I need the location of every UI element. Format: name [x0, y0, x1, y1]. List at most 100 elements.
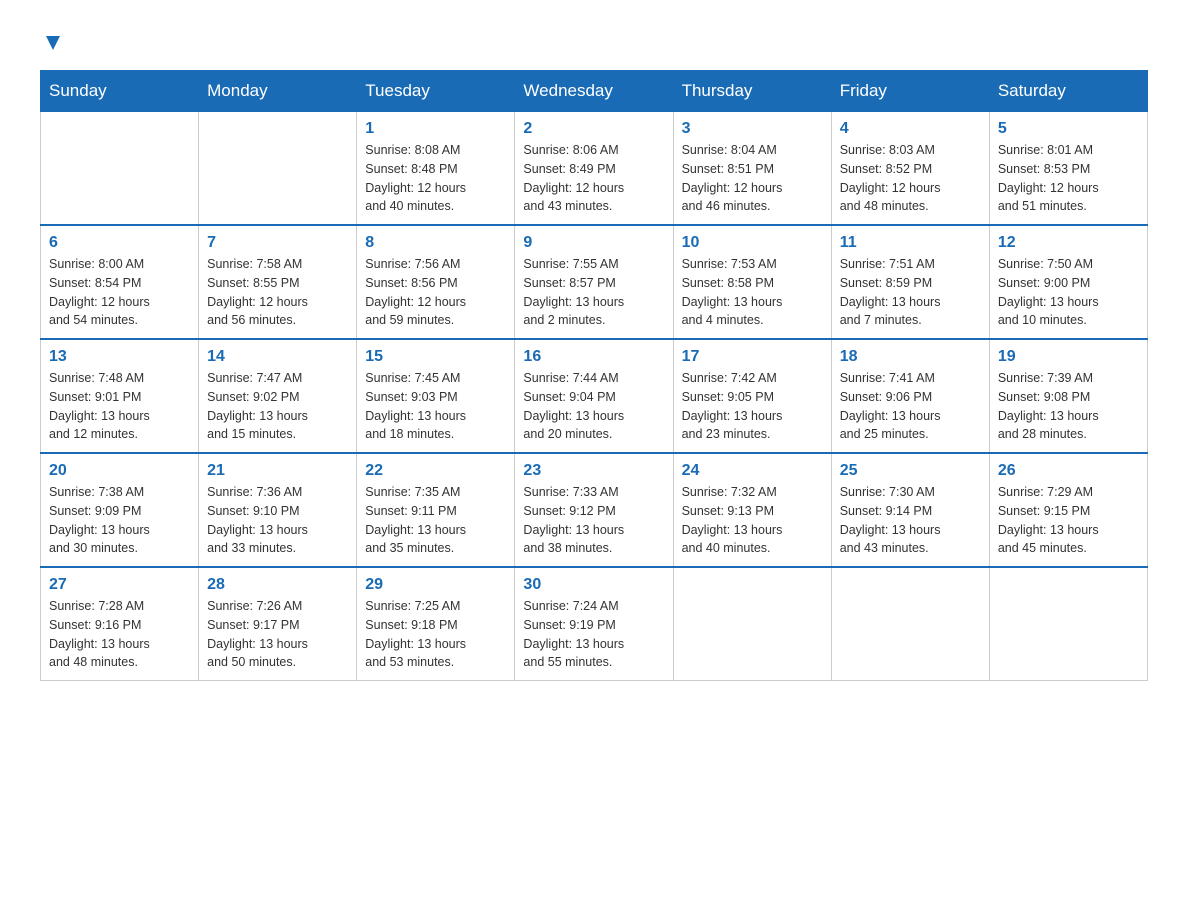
calendar-cell: 7 Sunrise: 7:58 AM Sunset: 8:55 PM Daylig…	[199, 225, 357, 339]
calendar-cell: 1 Sunrise: 8:08 AM Sunset: 8:48 PM Daylig…	[357, 112, 515, 226]
calendar-cell: 9 Sunrise: 7:55 AM Sunset: 8:57 PM Daylig…	[515, 225, 673, 339]
day-info: Sunrise: 7:36 AM Sunset: 9:10 PM Dayligh…	[207, 483, 348, 558]
day-number: 9	[523, 234, 664, 252]
calendar-table: SundayMondayTuesdayWednesdayThursdayFrid…	[40, 70, 1148, 681]
weekday-header-wednesday: Wednesday	[515, 71, 673, 112]
calendar-cell: 2 Sunrise: 8:06 AM Sunset: 8:49 PM Daylig…	[515, 112, 673, 226]
day-number: 8	[365, 234, 506, 252]
day-info: Sunrise: 7:56 AM Sunset: 8:56 PM Dayligh…	[365, 255, 506, 330]
day-info: Sunrise: 7:39 AM Sunset: 9:08 PM Dayligh…	[998, 369, 1139, 444]
calendar-cell	[989, 567, 1147, 681]
calendar-cell: 17 Sunrise: 7:42 AM Sunset: 9:05 PM Dayli…	[673, 339, 831, 453]
day-info: Sunrise: 7:33 AM Sunset: 9:12 PM Dayligh…	[523, 483, 664, 558]
day-info: Sunrise: 7:58 AM Sunset: 8:55 PM Dayligh…	[207, 255, 348, 330]
calendar-cell: 6 Sunrise: 8:00 AM Sunset: 8:54 PM Daylig…	[41, 225, 199, 339]
calendar-cell: 5 Sunrise: 8:01 AM Sunset: 8:53 PM Daylig…	[989, 112, 1147, 226]
day-number: 13	[49, 348, 190, 366]
calendar-cell: 16Sunrise: 7:44 AM Sunset: 9:04 PM Dayli…	[515, 339, 673, 453]
day-info: Sunrise: 7:32 AM Sunset: 9:13 PM Dayligh…	[682, 483, 823, 558]
day-number: 29	[365, 576, 506, 594]
calendar-week-1: 1 Sunrise: 8:08 AM Sunset: 8:48 PM Daylig…	[41, 112, 1148, 226]
day-info: Sunrise: 8:01 AM Sunset: 8:53 PM Dayligh…	[998, 141, 1139, 216]
day-number: 22	[365, 462, 506, 480]
day-number: 30	[523, 576, 664, 594]
calendar-cell: 4 Sunrise: 8:03 AM Sunset: 8:52 PM Daylig…	[831, 112, 989, 226]
calendar-cell: 10Sunrise: 7:53 AM Sunset: 8:58 PM Dayli…	[673, 225, 831, 339]
logo	[40, 30, 64, 50]
day-info: Sunrise: 7:30 AM Sunset: 9:14 PM Dayligh…	[840, 483, 981, 558]
day-info: Sunrise: 7:55 AM Sunset: 8:57 PM Dayligh…	[523, 255, 664, 330]
day-info: Sunrise: 7:35 AM Sunset: 9:11 PM Dayligh…	[365, 483, 506, 558]
calendar-cell: 26 Sunrise: 7:29 AM Sunset: 9:15 PM Dayli…	[989, 453, 1147, 567]
day-info: Sunrise: 8:03 AM Sunset: 8:52 PM Dayligh…	[840, 141, 981, 216]
day-number: 20	[49, 462, 190, 480]
day-number: 21	[207, 462, 348, 480]
calendar-header-row: SundayMondayTuesdayWednesdayThursdayFrid…	[41, 71, 1148, 112]
day-number: 14	[207, 348, 348, 366]
day-number: 19	[998, 348, 1139, 366]
day-info: Sunrise: 8:06 AM Sunset: 8:49 PM Dayligh…	[523, 141, 664, 216]
day-number: 27	[49, 576, 190, 594]
calendar-cell: 19 Sunrise: 7:39 AM Sunset: 9:08 PM Dayli…	[989, 339, 1147, 453]
day-info: Sunrise: 7:41 AM Sunset: 9:06 PM Dayligh…	[840, 369, 981, 444]
calendar-cell: 14 Sunrise: 7:47 AM Sunset: 9:02 PM Dayli…	[199, 339, 357, 453]
calendar-cell: 15 Sunrise: 7:45 AM Sunset: 9:03 PM Dayli…	[357, 339, 515, 453]
weekday-header-thursday: Thursday	[673, 71, 831, 112]
calendar-cell: 21 Sunrise: 7:36 AM Sunset: 9:10 PM Dayli…	[199, 453, 357, 567]
calendar-cell: 29 Sunrise: 7:25 AM Sunset: 9:18 PM Dayli…	[357, 567, 515, 681]
day-info: Sunrise: 7:48 AM Sunset: 9:01 PM Dayligh…	[49, 369, 190, 444]
calendar-cell: 20 Sunrise: 7:38 AM Sunset: 9:09 PM Dayli…	[41, 453, 199, 567]
calendar-cell: 11 Sunrise: 7:51 AM Sunset: 8:59 PM Dayli…	[831, 225, 989, 339]
day-number: 1	[365, 120, 506, 138]
day-info: Sunrise: 8:08 AM Sunset: 8:48 PM Dayligh…	[365, 141, 506, 216]
calendar-week-3: 13 Sunrise: 7:48 AM Sunset: 9:01 PM Dayli…	[41, 339, 1148, 453]
day-info: Sunrise: 7:25 AM Sunset: 9:18 PM Dayligh…	[365, 597, 506, 672]
calendar-cell: 18 Sunrise: 7:41 AM Sunset: 9:06 PM Dayli…	[831, 339, 989, 453]
weekday-header-saturday: Saturday	[989, 71, 1147, 112]
day-info: Sunrise: 7:29 AM Sunset: 9:15 PM Dayligh…	[998, 483, 1139, 558]
calendar-cell: 27 Sunrise: 7:28 AM Sunset: 9:16 PM Dayli…	[41, 567, 199, 681]
day-info: Sunrise: 8:00 AM Sunset: 8:54 PM Dayligh…	[49, 255, 190, 330]
calendar-cell: 13 Sunrise: 7:48 AM Sunset: 9:01 PM Dayli…	[41, 339, 199, 453]
day-info: Sunrise: 7:51 AM Sunset: 8:59 PM Dayligh…	[840, 255, 981, 330]
calendar-cell: 25 Sunrise: 7:30 AM Sunset: 9:14 PM Dayli…	[831, 453, 989, 567]
day-info: Sunrise: 7:44 AM Sunset: 9:04 PM Dayligh…	[523, 369, 664, 444]
calendar-week-2: 6 Sunrise: 8:00 AM Sunset: 8:54 PM Daylig…	[41, 225, 1148, 339]
day-number: 24	[682, 462, 823, 480]
calendar-cell: 12 Sunrise: 7:50 AM Sunset: 9:00 PM Dayli…	[989, 225, 1147, 339]
day-number: 26	[998, 462, 1139, 480]
calendar-week-5: 27 Sunrise: 7:28 AM Sunset: 9:16 PM Dayli…	[41, 567, 1148, 681]
day-number: 18	[840, 348, 981, 366]
weekday-header-friday: Friday	[831, 71, 989, 112]
day-number: 2	[523, 120, 664, 138]
day-number: 7	[207, 234, 348, 252]
logo-arrow-icon	[42, 32, 64, 54]
weekday-header-tuesday: Tuesday	[357, 71, 515, 112]
calendar-cell: 23 Sunrise: 7:33 AM Sunset: 9:12 PM Dayli…	[515, 453, 673, 567]
day-number: 4	[840, 120, 981, 138]
day-info: Sunrise: 7:28 AM Sunset: 9:16 PM Dayligh…	[49, 597, 190, 672]
day-info: Sunrise: 7:47 AM Sunset: 9:02 PM Dayligh…	[207, 369, 348, 444]
day-number: 6	[49, 234, 190, 252]
day-info: Sunrise: 7:42 AM Sunset: 9:05 PM Dayligh…	[682, 369, 823, 444]
day-info: Sunrise: 7:50 AM Sunset: 9:00 PM Dayligh…	[998, 255, 1139, 330]
calendar-cell: 30Sunrise: 7:24 AM Sunset: 9:19 PM Dayli…	[515, 567, 673, 681]
calendar-cell: 24 Sunrise: 7:32 AM Sunset: 9:13 PM Dayli…	[673, 453, 831, 567]
day-info: Sunrise: 8:04 AM Sunset: 8:51 PM Dayligh…	[682, 141, 823, 216]
day-number: 23	[523, 462, 664, 480]
calendar-cell	[673, 567, 831, 681]
day-number: 12	[998, 234, 1139, 252]
calendar-cell: 8 Sunrise: 7:56 AM Sunset: 8:56 PM Daylig…	[357, 225, 515, 339]
day-info: Sunrise: 7:38 AM Sunset: 9:09 PM Dayligh…	[49, 483, 190, 558]
calendar-cell	[831, 567, 989, 681]
calendar-cell	[41, 112, 199, 226]
day-number: 11	[840, 234, 981, 252]
day-number: 15	[365, 348, 506, 366]
weekday-header-sunday: Sunday	[41, 71, 199, 112]
weekday-header-monday: Monday	[199, 71, 357, 112]
day-number: 25	[840, 462, 981, 480]
day-number: 17	[682, 348, 823, 366]
day-number: 28	[207, 576, 348, 594]
day-number: 5	[998, 120, 1139, 138]
day-info: Sunrise: 7:45 AM Sunset: 9:03 PM Dayligh…	[365, 369, 506, 444]
